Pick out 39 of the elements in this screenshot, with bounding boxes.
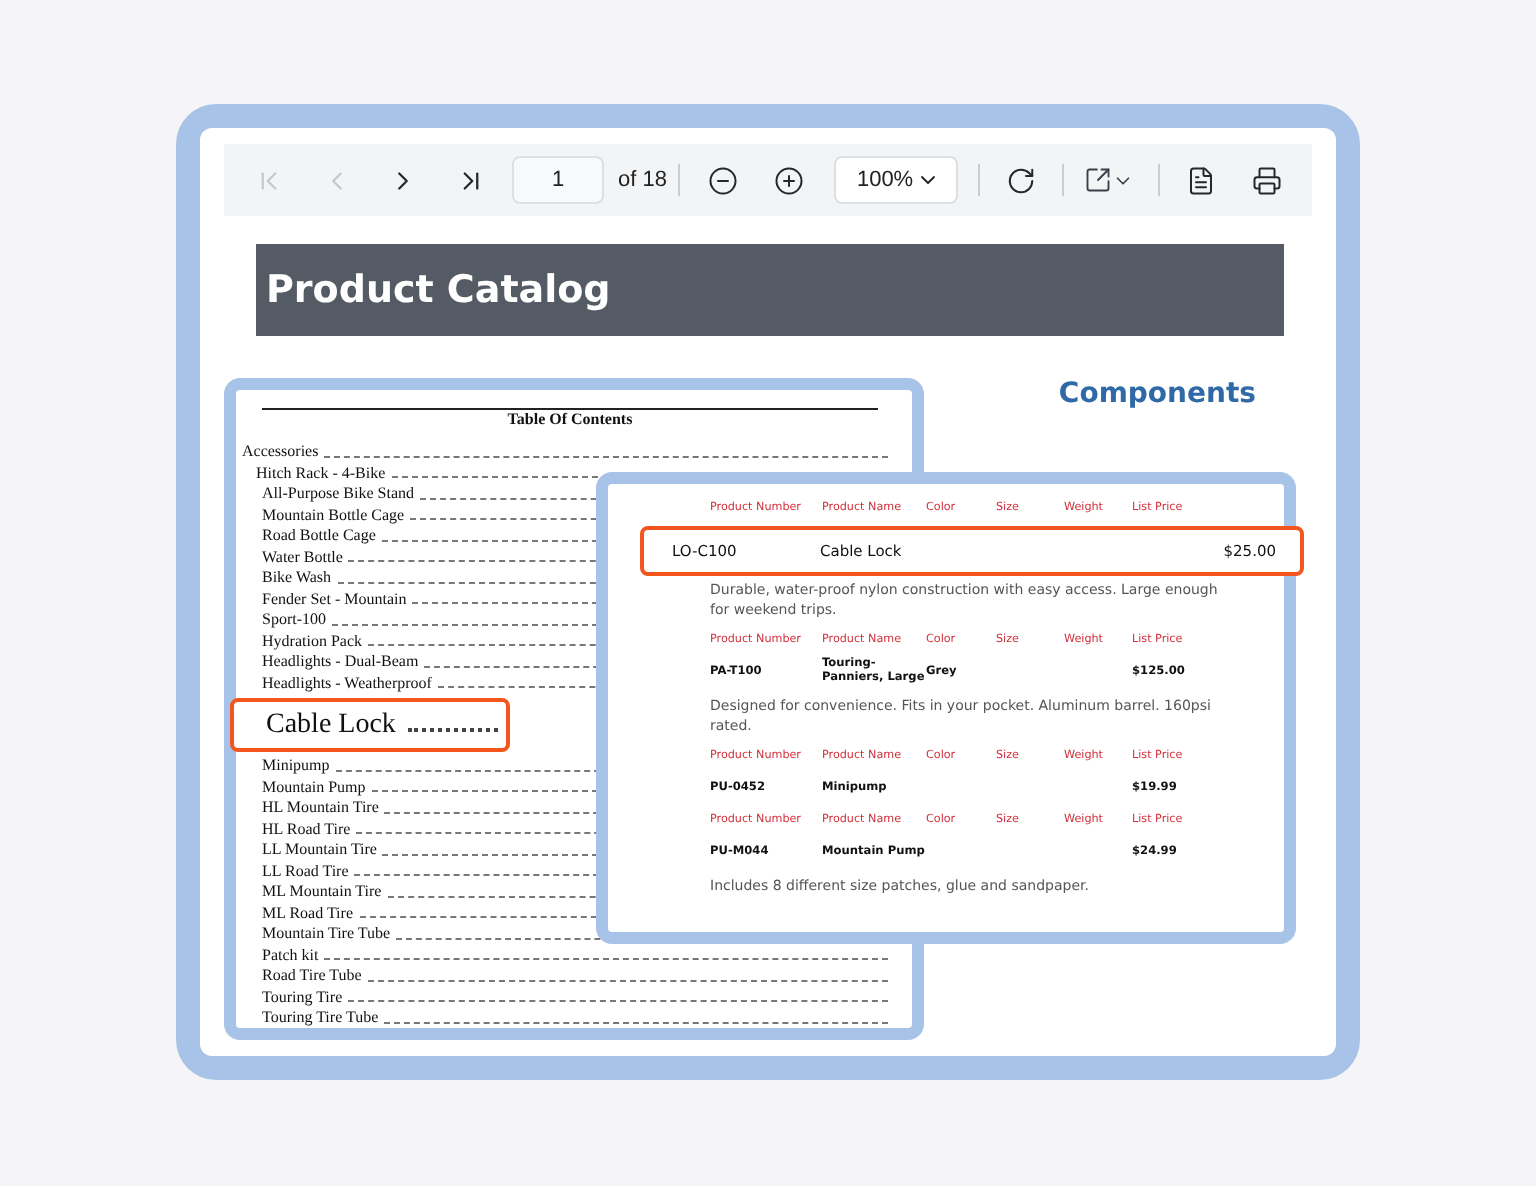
- zoom-out-icon: [707, 165, 738, 195]
- export-button[interactable]: [1083, 166, 1134, 194]
- toc-entry[interactable]: Sport-100: [262, 610, 326, 631]
- toc-entry[interactable]: HL Mountain Tire: [262, 798, 379, 819]
- document-icon: [1186, 165, 1217, 195]
- toc-entry[interactable]: ML Road Tire: [262, 903, 353, 924]
- toc-entry[interactable]: Road Bottle Cage: [262, 526, 376, 547]
- toc-entry[interactable]: Hydration Pack: [262, 631, 362, 652]
- toc-entry[interactable]: Headlights - Dual-Beam: [262, 652, 419, 673]
- toc-entry[interactable]: Touring Tire Tube: [262, 1008, 379, 1029]
- document-title: Product Catalog: [256, 244, 1284, 336]
- toc-entry[interactable]: Hitch Rack - 4-Bike: [256, 463, 386, 484]
- rotate-icon: [1005, 165, 1036, 195]
- toc-entry[interactable]: LL Mountain Tire: [262, 840, 377, 861]
- page-count: of 18: [618, 168, 667, 192]
- toc-entry[interactable]: Headlights - Weatherproof: [262, 673, 432, 694]
- zoom-select[interactable]: 100%: [834, 156, 958, 204]
- section-heading: Components: [1058, 378, 1256, 410]
- toc-title: Table Of Contents: [262, 408, 878, 430]
- zoom-in-icon: [774, 165, 805, 195]
- page-input[interactable]: 1: [512, 156, 604, 204]
- toc-entry[interactable]: Bike Wash: [262, 568, 332, 589]
- toc-entry[interactable]: Minipump: [262, 756, 330, 777]
- toc-entry[interactable]: Mountain Bottle Cage: [262, 505, 405, 526]
- toc-entry[interactable]: ML Mountain Tire: [262, 882, 382, 903]
- toc-entry[interactable]: HL Road Tire: [262, 819, 351, 840]
- toc-entry[interactable]: LL Road Tire: [262, 861, 349, 882]
- toc-entry[interactable]: Mountain Tire Tube: [262, 924, 391, 945]
- toc-entry[interactable]: Accessories: [242, 442, 319, 463]
- toc-entry[interactable]: Fender Set - Mountain: [262, 589, 407, 610]
- toc-entry[interactable]: Touring Tire: [262, 987, 343, 1008]
- toc-entry[interactable]: All-Purpose Bike Stand: [262, 484, 414, 505]
- export-icon: [1083, 166, 1112, 194]
- toc-entry[interactable]: Cable Lock: [266, 709, 396, 741]
- toc-entry[interactable]: Patch kit: [262, 945, 319, 966]
- toc-entry[interactable]: Mountain Pump: [262, 777, 366, 798]
- toc-entry[interactable]: Road Tire Tube: [262, 966, 362, 987]
- toc-entry[interactable]: Water Bottle: [262, 547, 343, 568]
- print-icon: [1251, 165, 1282, 195]
